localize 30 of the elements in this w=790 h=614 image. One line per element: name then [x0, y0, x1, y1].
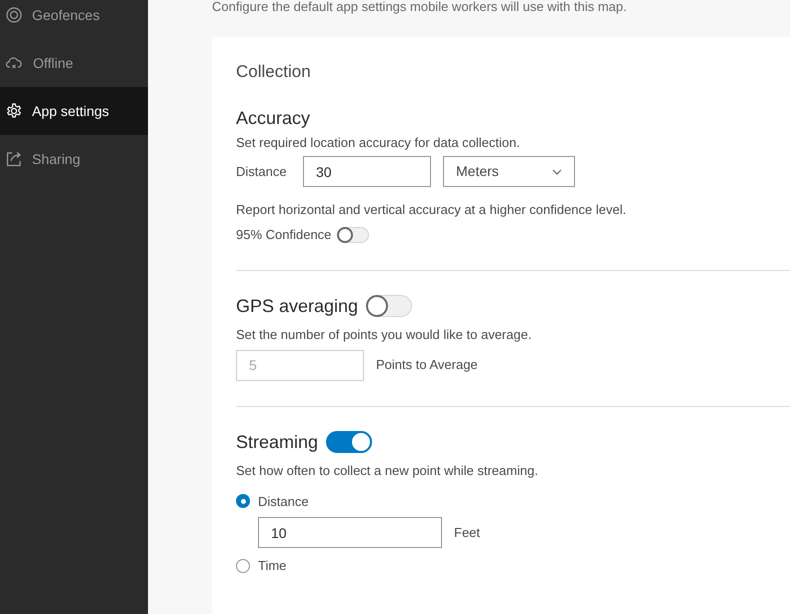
subsection-heading: Streaming [236, 430, 318, 454]
field-label: Points to Average [376, 356, 478, 374]
sidebar-item[interactable]: Geofences [0, 0, 148, 39]
radio-button[interactable] [236, 494, 250, 508]
description-text: Set required location accuracy for data collection. [236, 134, 521, 152]
chevron-down-icon [552, 168, 562, 174]
settings-icon [6, 103, 22, 119]
field-label: Distance [236, 162, 288, 181]
cloud-icon [6, 55, 23, 71]
subsection-heading: GPS averaging [236, 294, 358, 318]
share-icon [6, 151, 22, 167]
toggle-switch[interactable] [326, 430, 372, 452]
input-field[interactable]: 30 [303, 156, 431, 187]
section-heading: Collection [236, 61, 312, 83]
description-text: Set the number of points you would like to average. [236, 326, 533, 344]
field-label: Feet [454, 524, 480, 542]
radio-button[interactable] [236, 558, 250, 573]
input-field[interactable]: 10 [258, 517, 442, 548]
radio-label[interactable]: Distance [258, 492, 309, 511]
unit-dropdown[interactable]: Meters [443, 156, 575, 187]
page-description: Configure the default app settings mobile workers will use with this map. [212, 0, 628, 14]
description-text: Report horizontal and vertical accuracy at a higher confidence level. [236, 201, 628, 219]
description-text: Set how often to collect a new point while streaming. [236, 462, 540, 480]
target-icon [6, 7, 22, 23]
toggle-label: 95% Confidence [236, 226, 332, 244]
sidebar-item[interactable]: App settings [0, 87, 148, 135]
sidebar-item[interactable]: Offline [0, 39, 148, 87]
radio-label[interactable]: Time [258, 556, 286, 576]
subsection-heading: Accuracy [236, 107, 312, 130]
sidebar-item[interactable]: Sharing [0, 135, 148, 183]
